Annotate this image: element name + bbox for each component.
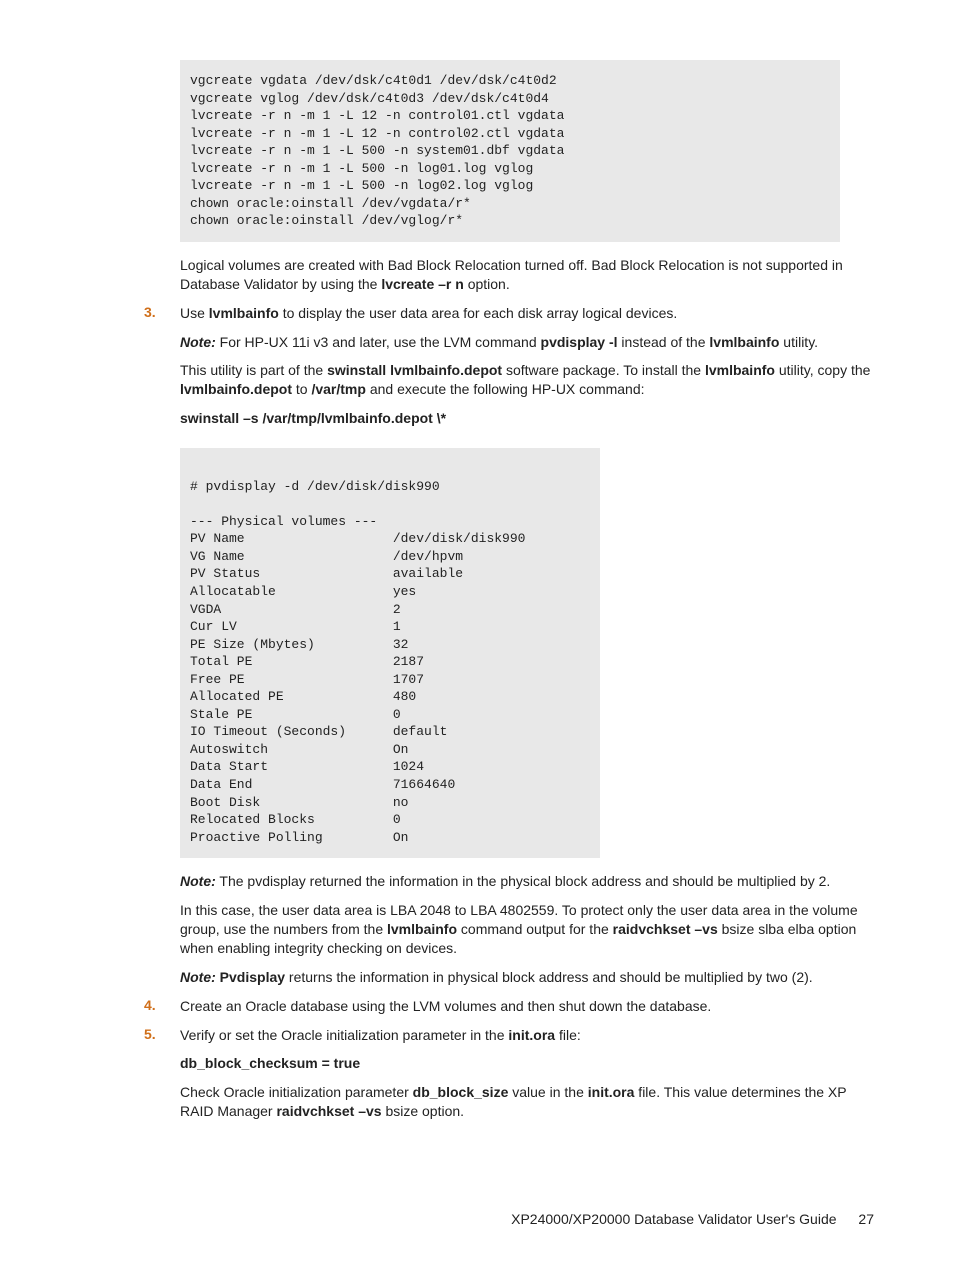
command-swinstall: swinstall –s /var/tmp/lvmlbainfo.depot \… [180, 409, 874, 428]
step-number: 3. [144, 304, 156, 320]
page-footer: XP24000/XP20000 Database Validator User'… [80, 1211, 874, 1227]
step-number: 5. [144, 1026, 156, 1042]
page-number: 27 [858, 1211, 874, 1227]
paragraph-bbr: Logical volumes are created with Bad Blo… [180, 256, 874, 294]
note-pvdisplay-1: Note: The pvdisplay returned the informa… [180, 872, 874, 891]
paragraph-swinstall: This utility is part of the swinstall lv… [180, 361, 874, 399]
step-3: 3. Use lvmlbainfo to display the user da… [180, 304, 874, 987]
code-block-pvdisplay: # pvdisplay -d /dev/disk/disk990 --- Phy… [180, 448, 600, 858]
note-pvdisplay-2: Note: Pvdisplay returns the information … [180, 968, 874, 987]
step-5: 5. Verify or set the Oracle initializati… [180, 1026, 874, 1122]
paragraph-dbblock: Check Oracle initialization parameter db… [180, 1083, 874, 1121]
paragraph-lba: In this case, the user data area is LBA … [180, 901, 874, 958]
code-block-vgcreate: vgcreate vgdata /dev/dsk/c4t0d1 /dev/dsk… [180, 60, 840, 242]
note-hpux: Note: For HP-UX 11i v3 and later, use th… [180, 333, 874, 352]
step-number: 4. [144, 997, 156, 1013]
footer-title: XP24000/XP20000 Database Validator User'… [511, 1211, 836, 1227]
step-4: 4. Create an Oracle database using the L… [180, 997, 874, 1016]
command-dbblock: db_block_checksum = true [180, 1054, 874, 1073]
